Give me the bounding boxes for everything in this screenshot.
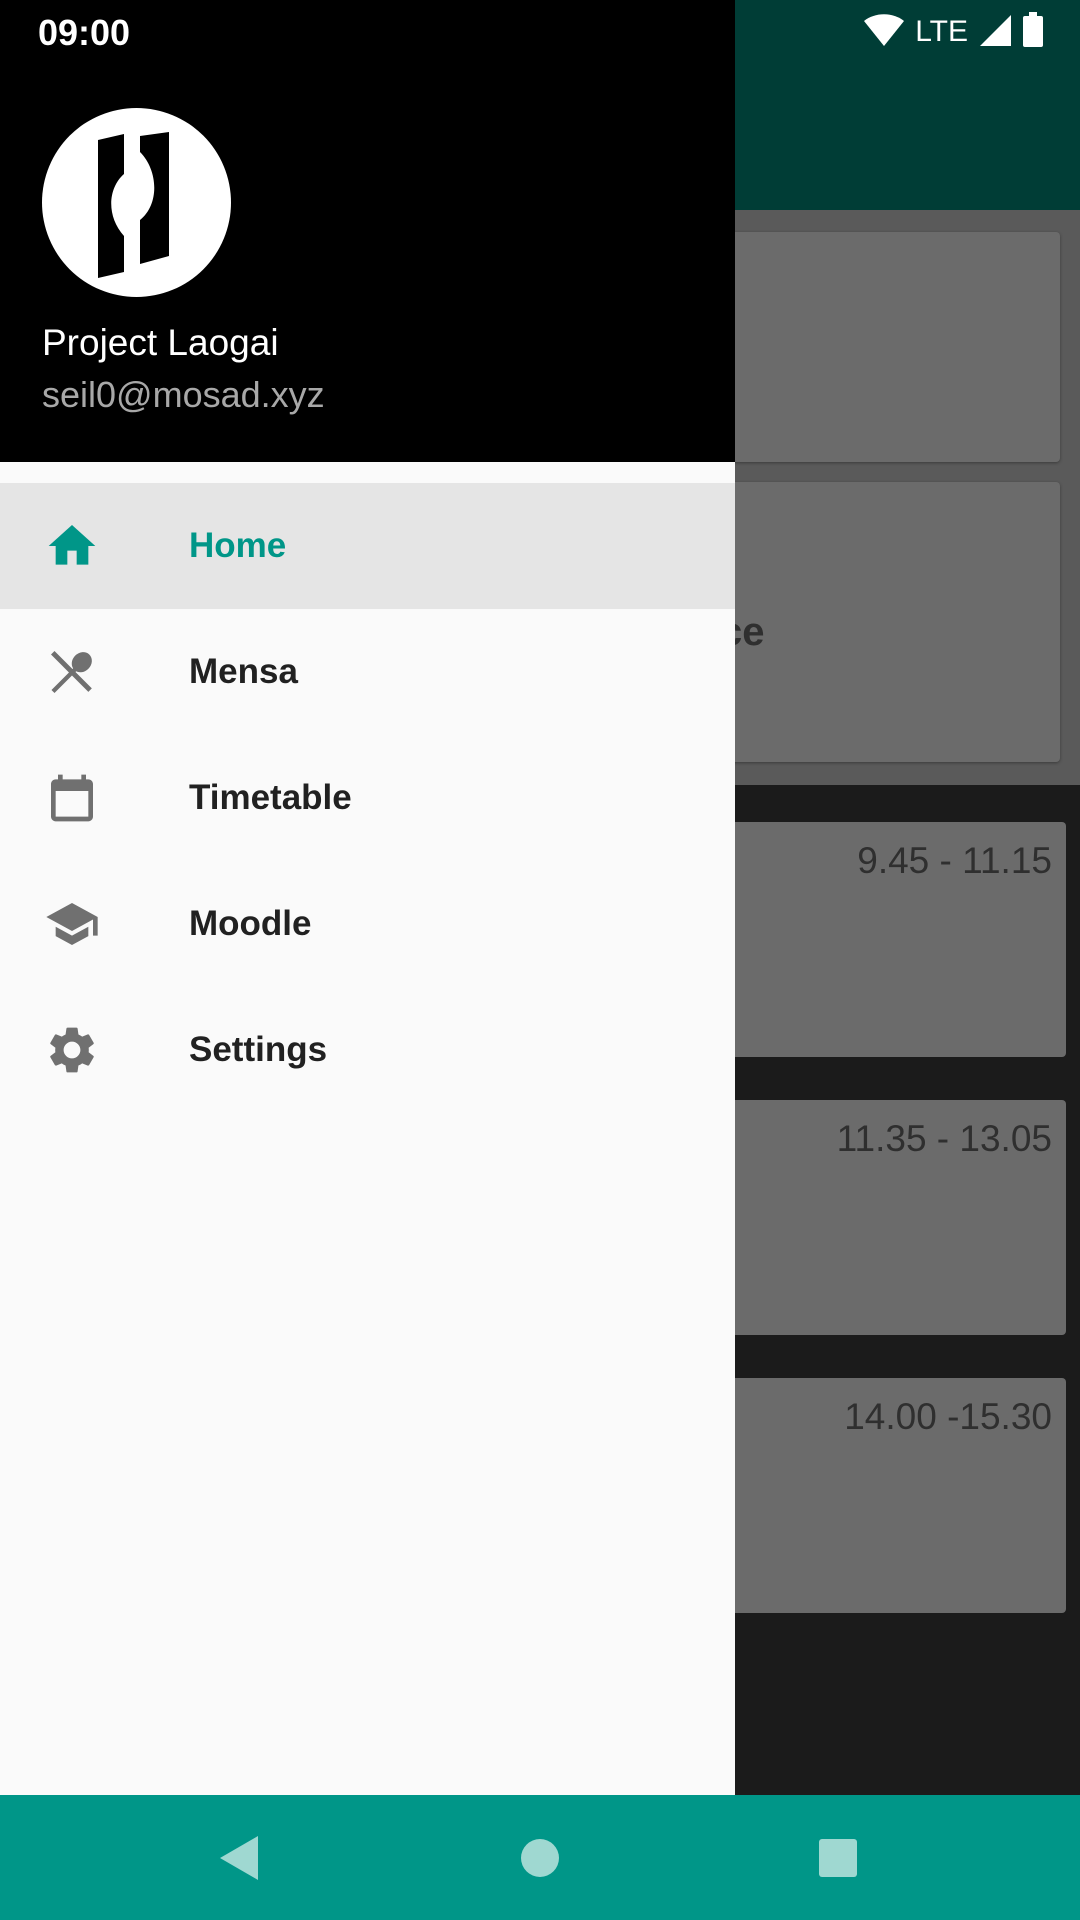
lesson-card[interactable]: 14.00 -15.30 [700, 1378, 1066, 1613]
signal-icon [978, 13, 1012, 52]
home-card[interactable] [700, 232, 1060, 462]
home-circle-icon [521, 1839, 559, 1877]
gear-icon [44, 1022, 100, 1078]
logo-icon [98, 132, 169, 278]
drawer-item-mensa[interactable]: Mensa [0, 609, 735, 735]
profile-email: seil0@mosad.xyz [42, 374, 325, 415]
drawer-item-settings[interactable]: Settings [0, 987, 735, 1113]
back-button[interactable] [208, 1827, 270, 1889]
school-icon [44, 896, 100, 952]
recents-button[interactable] [807, 1827, 869, 1889]
drawer-item-home[interactable]: Home [0, 483, 735, 609]
home-icon [44, 518, 100, 574]
lesson-time: 9.45 - 11.15 [857, 840, 1052, 881]
screen: ce 9.45 - 11.15 11.35 - 13.05 14.00 -15.… [0, 0, 1080, 1920]
status-bar: 09:00 LTE [0, 0, 1080, 63]
drawer-item-label: Moodle [189, 904, 312, 943]
logo-avatar [42, 108, 231, 297]
system-navigation-bar [0, 1795, 1080, 1920]
calendar-icon [44, 770, 100, 826]
drawer-item-timetable[interactable]: Timetable [0, 735, 735, 861]
battery-icon [1022, 11, 1044, 53]
lesson-card[interactable]: 11.35 - 13.05 [700, 1100, 1066, 1335]
drawer-item-moodle[interactable]: Moodle [0, 861, 735, 987]
drawer-item-label: Mensa [189, 652, 298, 691]
drawer-item-label: Timetable [189, 778, 352, 817]
network-type: LTE [915, 15, 968, 48]
profile-name: Project Laogai [42, 322, 279, 363]
drawer-item-label: Home [189, 526, 287, 565]
back-icon [220, 1836, 258, 1880]
lesson-card[interactable]: 9.45 - 11.15 [700, 822, 1066, 1057]
lesson-time: 11.35 - 13.05 [836, 1118, 1052, 1159]
drawer-menu: Home Mensa Timetable Moodle Settings [0, 483, 735, 1113]
wifi-icon [863, 13, 905, 52]
status-icons: LTE [863, 11, 1044, 53]
navigation-drawer: Project Laogai seil0@mosad.xyz Home Mens… [0, 0, 735, 1795]
recents-icon [819, 1839, 857, 1877]
status-time: 09:00 [38, 12, 131, 53]
drawer-item-label: Settings [189, 1030, 328, 1069]
drawer-header: Project Laogai seil0@mosad.xyz [0, 0, 735, 462]
home-button[interactable] [509, 1827, 571, 1889]
lesson-time: 14.00 -15.30 [844, 1396, 1052, 1437]
utensils-icon [44, 644, 100, 700]
